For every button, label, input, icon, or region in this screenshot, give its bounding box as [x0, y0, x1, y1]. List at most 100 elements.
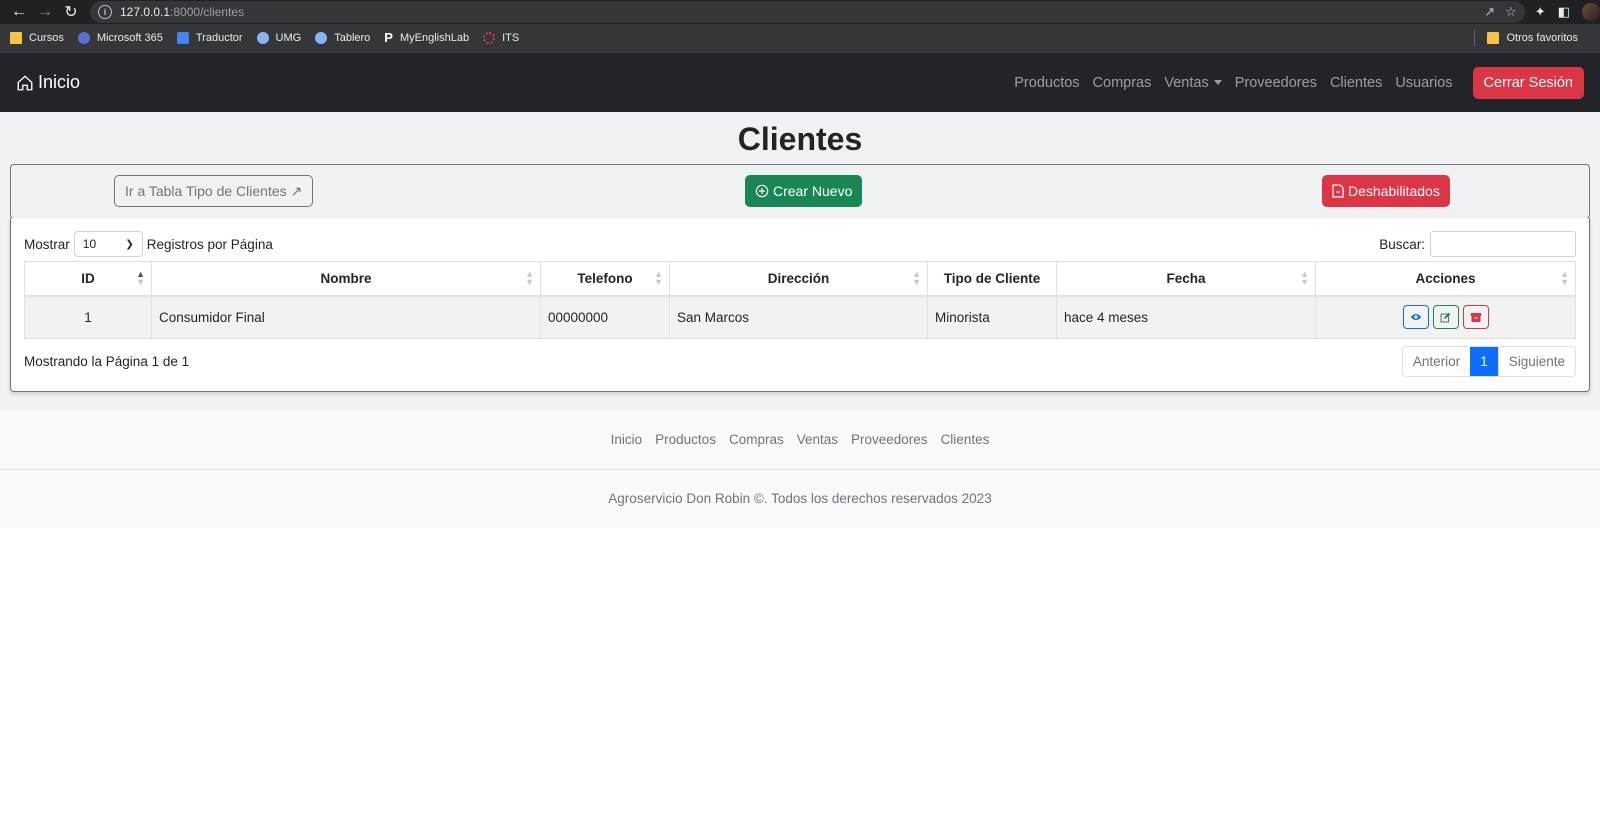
bookmark-label: Traductor — [195, 32, 243, 44]
sort-icon: ▲ ▼ — [525, 269, 534, 288]
address-bar[interactable]: i 127.0.0.1:8000/clientes ↗ ☆ — [90, 1, 1525, 23]
cell-acciones — [1315, 295, 1576, 339]
column-header-nombre[interactable]: Nombre ▲ ▼ — [151, 261, 541, 297]
bookmarks-bar: Cursos Microsoft 365 Traductor UMG Table… — [0, 24, 1600, 53]
bookmark-label: Microsoft 365 — [96, 32, 163, 44]
nav-clientes[interactable]: Clientes — [1330, 75, 1382, 91]
show-label: Mostrar — [24, 236, 70, 252]
myenglishlab-icon: P — [384, 30, 393, 45]
bookmark-label: MyEnglishLab — [399, 32, 470, 44]
column-header-telefono[interactable]: Telefono ▲ ▼ — [540, 261, 670, 297]
share-icon[interactable]: ↗ — [1484, 4, 1495, 20]
bookmark-microsoft365[interactable]: Microsoft 365 — [77, 32, 163, 44]
edit-button[interactable] — [1432, 305, 1459, 330]
tablero-icon — [315, 32, 328, 44]
footer-link-inicio[interactable]: Inicio — [611, 432, 643, 447]
brand-home-link[interactable]: Inicio — [16, 72, 80, 93]
cell-id: 1 — [24, 295, 152, 339]
cell-telefono: 00000000 — [540, 295, 670, 339]
bookmark-otros-favoritos[interactable]: Otros favoritos — [1487, 32, 1578, 44]
logout-button[interactable]: Cerrar Sesión — [1472, 66, 1584, 99]
column-header-id[interactable]: ID ▲ ▼ — [24, 261, 152, 297]
page-size-value: 10 — [82, 237, 97, 251]
column-header-direccion[interactable]: Dirección ▲ ▼ — [669, 261, 928, 297]
microsoft365-icon — [77, 32, 90, 44]
search-input[interactable] — [1430, 231, 1576, 257]
bookmark-traductor[interactable]: Traductor — [176, 32, 243, 44]
prev-page-button[interactable]: Anterior — [1403, 347, 1470, 376]
site-info-icon[interactable]: i — [98, 5, 112, 19]
bookmark-myenglishlab[interactable]: P MyEnglishLab — [384, 30, 470, 45]
tipo-clientes-button[interactable]: Ir a Tabla Tipo de Clientes ↗ — [114, 175, 314, 207]
footer-link-proveedores[interactable]: Proveedores — [851, 432, 928, 447]
tipo-clientes-label: Ir a Tabla Tipo de Clientes — [125, 183, 287, 199]
bookmark-its[interactable]: ITS — [483, 32, 519, 44]
sort-icon: ▲ ▼ — [912, 269, 921, 288]
page-1-button[interactable]: 1 — [1470, 347, 1498, 376]
footer-link-productos[interactable]: Productos — [655, 432, 716, 447]
caret-down-icon — [1213, 80, 1222, 86]
house-icon — [17, 74, 33, 90]
bookmark-star-icon[interactable]: ☆ — [1505, 4, 1517, 20]
next-page-button[interactable]: Siguiente — [1497, 347, 1575, 376]
bookmark-cursos[interactable]: Cursos — [10, 32, 64, 44]
page-size-select[interactable]: 10 ❯ — [73, 231, 143, 257]
column-header-tipo[interactable]: Tipo de Cliente — [927, 261, 1057, 297]
main-content: Clientes Ir a Tabla Tipo de Clientes ↗ C… — [0, 112, 1600, 410]
disabled-records-button[interactable]: Deshabilitados — [1322, 175, 1450, 207]
url-path: :8000/clientes — [170, 5, 245, 19]
clientes-table: ID ▲ ▼ Nombre ▲ ▼ Telefono ▲ ▼ Dirección ▲ ▼ Tip… — [24, 261, 1576, 339]
side-panel-icon[interactable]: ◧ — [1558, 4, 1570, 20]
view-button[interactable] — [1402, 305, 1429, 330]
nav-productos[interactable]: Productos — [1014, 75, 1079, 91]
column-label: Acciones — [1415, 270, 1476, 286]
divider — [1474, 30, 1476, 46]
umg-icon — [256, 32, 269, 44]
toolbar-card: Ir a Tabla Tipo de Clientes ↗ Crear Nuev… — [10, 164, 1590, 219]
bookmark-label: ITS — [502, 32, 520, 44]
reload-icon[interactable]: ↻ — [58, 0, 84, 24]
bookmark-umg[interactable]: UMG — [256, 32, 302, 44]
extensions-icon[interactable]: ✦ — [1535, 4, 1546, 20]
forward-arrow-icon[interactable]: → — [32, 0, 58, 24]
app-navbar: Inicio Productos Compras Ventas Proveedo… — [0, 53, 1600, 112]
bookmark-label: UMG — [275, 32, 302, 44]
column-header-fecha[interactable]: Fecha ▲ ▼ — [1056, 261, 1316, 297]
per-page-label: Registros por Página — [146, 236, 273, 252]
cell-tipo: Minorista — [927, 295, 1057, 339]
create-new-button[interactable]: Crear Nuevo — [745, 175, 863, 207]
back-arrow-icon[interactable]: ← — [6, 0, 32, 24]
file-icon — [1332, 184, 1344, 198]
nav-usuarios[interactable]: Usuarios — [1395, 75, 1452, 91]
brand-label: Inicio — [38, 72, 81, 92]
table-row: 1 Consumidor Final 00000000 San Marcos M… — [24, 295, 1576, 339]
pagination-info: Mostrando la Página 1 de 1 — [24, 354, 190, 369]
folder-icon — [1487, 32, 1500, 44]
archive-button[interactable] — [1462, 305, 1489, 330]
footer-link-compras[interactable]: Compras — [729, 432, 784, 447]
bookmark-label: Tablero — [334, 32, 371, 44]
column-label: Dirección — [767, 270, 830, 286]
url-host: 127.0.0.1 — [120, 5, 171, 19]
profile-avatar[interactable] — [1582, 3, 1600, 21]
eye-icon — [1410, 314, 1421, 321]
column-label: Nombre — [320, 270, 372, 286]
bookmark-tablero[interactable]: Tablero — [315, 32, 370, 44]
nav-ventas-dropdown[interactable]: Ventas — [1164, 74, 1222, 91]
nav-ventas-label: Ventas — [1164, 74, 1209, 91]
cell-nombre: Consumidor Final — [151, 295, 541, 339]
external-arrow-icon: ↗ — [290, 182, 303, 199]
sort-icon: ▲ ▼ — [654, 269, 663, 288]
nav-compras[interactable]: Compras — [1093, 75, 1152, 91]
column-label: Fecha — [1166, 270, 1206, 286]
sort-asc-icon: ▲ ▼ — [136, 269, 145, 288]
column-label: Tipo de Cliente — [943, 270, 1041, 286]
nav-proveedores[interactable]: Proveedores — [1235, 75, 1317, 91]
footer-link-clientes[interactable]: Clientes — [941, 432, 990, 447]
sort-icon: ▲ ▼ — [1300, 269, 1309, 288]
archive-icon — [1470, 312, 1481, 322]
column-header-acciones[interactable]: Acciones ▲ ▼ — [1315, 261, 1576, 297]
create-new-label: Crear Nuevo — [773, 183, 853, 199]
footer-link-ventas[interactable]: Ventas — [797, 432, 838, 447]
pencil-square-icon — [1440, 312, 1451, 323]
